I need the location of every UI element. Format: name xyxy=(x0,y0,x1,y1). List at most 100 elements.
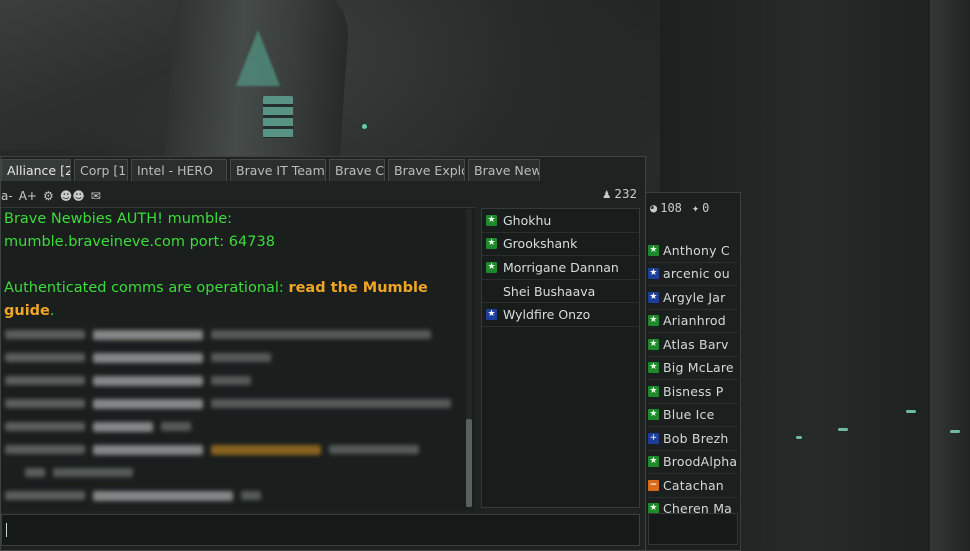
side-panel-header: ◕ 108 ✦ 0 xyxy=(644,193,740,223)
station-light xyxy=(950,430,960,433)
redacted-message xyxy=(1,369,475,392)
members-toggle-icon[interactable]: ☻☻ xyxy=(60,189,85,203)
member-row[interactable]: ★ Grookshank xyxy=(482,233,639,257)
settings-gear-icon[interactable]: ⚙ xyxy=(43,189,54,203)
side-count-a: ◕ 108 xyxy=(650,201,682,215)
member-count: ♟ 232 xyxy=(602,186,637,201)
member-name: Grookshank xyxy=(503,236,578,252)
redacted-message xyxy=(1,461,475,484)
blue-star-standing-icon: ★ xyxy=(648,291,659,303)
font-smaller-button[interactable]: a- xyxy=(1,189,13,203)
redacted-message xyxy=(1,323,475,346)
redacted-message xyxy=(1,392,475,415)
side-count-b: ✦ 0 xyxy=(691,201,710,215)
message-area[interactable]: Brave Newbies AUTH! mumble: mumble.brave… xyxy=(1,207,475,511)
ship-windows xyxy=(263,96,293,138)
member-row[interactable]: ★ Morrigane Dannan xyxy=(482,256,639,280)
member-name: Ghokhu xyxy=(503,212,552,228)
ship-hull-left xyxy=(0,0,180,150)
ship-hull xyxy=(163,0,352,180)
member-name: Shei Bushaava xyxy=(503,283,596,299)
side-member-row[interactable]: ★ Blue Ice xyxy=(648,404,738,427)
timer-icon: ◕ xyxy=(650,201,658,215)
side-member-name: Argyle Jar xyxy=(663,289,726,305)
tab-5[interactable]: Brave Explo xyxy=(388,159,465,181)
no-standing-icon xyxy=(486,286,497,297)
ship-light xyxy=(362,124,367,129)
side-member-row[interactable]: ★ Big McLare xyxy=(648,357,738,380)
redacted-message xyxy=(1,346,475,369)
member-name: Wyldfire Onzo xyxy=(503,307,591,323)
side-member-name: Big McLare xyxy=(663,360,734,376)
green-star-standing-icon: ★ xyxy=(648,456,659,468)
redacted-message xyxy=(1,415,475,438)
text-caret xyxy=(6,523,7,537)
side-member-row[interactable]: ★ arcenic ou xyxy=(648,263,738,286)
chat-input[interactable] xyxy=(1,514,640,546)
green-star-standing-icon: ★ xyxy=(648,385,659,397)
side-member-row[interactable]: − Catachan xyxy=(648,474,738,498)
member-name: Morrigane Dannan xyxy=(503,259,619,275)
green-star-standing-icon: ★ xyxy=(648,244,659,256)
green-star-standing-icon: ★ xyxy=(648,362,659,374)
side-member-name: Bisness P xyxy=(663,383,724,399)
member-row[interactable]: Shei Bushaava xyxy=(482,280,639,304)
green-star-standing-icon: ★ xyxy=(648,315,659,327)
side-member-list: ★ Anthony C ★ arcenic ou ★ Argyle Jar ★ Arianhr… xyxy=(648,239,738,521)
green-star-standing-icon: ★ xyxy=(648,338,659,350)
chat-window: Alliance [2 Corp [1 Intel - HERO Brave IT T… xyxy=(0,156,646,551)
station-pillar xyxy=(930,0,970,551)
green-star-standing-icon: ★ xyxy=(486,261,497,273)
secondary-member-panel: ◕ 108 ✦ 0 ★ Anthony C ★ arcenic ou ★ Argyle J… xyxy=(643,192,741,551)
message-scrollbar[interactable] xyxy=(466,209,472,507)
chat-toolbar: a- A+ ⚙ ☻☻ ✉ ♟ 232 xyxy=(1,185,645,207)
side-member-name: arcenic ou xyxy=(663,266,730,282)
side-member-name: Catachan xyxy=(663,477,724,493)
side-member-row[interactable]: ★ Argyle Jar xyxy=(648,286,738,310)
tab-2[interactable]: Intel - HERO xyxy=(131,159,227,181)
side-member-row[interactable]: ★ Arianhrod xyxy=(648,310,738,333)
side-member-row[interactable]: ★ Anthony C xyxy=(648,239,738,263)
motd-auth-text: Authenticated comms are operational: xyxy=(4,280,289,296)
green-star-standing-icon: ★ xyxy=(648,409,659,421)
member-row[interactable]: ★ Wyldfire Onzo xyxy=(482,303,639,327)
motd-spacer xyxy=(1,254,475,277)
tab-3[interactable]: Brave IT Team xyxy=(230,159,326,181)
member-list: ★ Ghokhu ★ Grookshank ★ Morrigane Dannan Shei … xyxy=(481,208,640,508)
speech-bubble-icon[interactable]: ✉ xyxy=(91,189,101,203)
tab-4[interactable]: Brave C xyxy=(329,159,385,181)
redacted-message xyxy=(1,484,475,507)
side-member-name: Arianhrod xyxy=(663,313,726,329)
green-star-standing-icon: ★ xyxy=(486,238,497,250)
side-panel-input[interactable] xyxy=(648,513,738,545)
motd-line-1: Brave Newbies AUTH! mumble: xyxy=(4,211,233,227)
side-member-name: Atlas Barv xyxy=(663,336,729,352)
side-member-row[interactable]: ★ BroodAlpha xyxy=(648,451,738,474)
running-person-icon: ✦ xyxy=(691,201,700,215)
blue-star-standing-icon: ★ xyxy=(486,309,497,321)
tab-0[interactable]: Alliance [2 xyxy=(1,159,71,181)
tab-6[interactable]: Brave New xyxy=(468,159,540,181)
scroll-thumb[interactable] xyxy=(466,419,472,507)
side-member-name: BroodAlpha xyxy=(663,454,738,470)
tab-1[interactable]: Corp [1 xyxy=(74,159,128,181)
font-larger-button[interactable]: A+ xyxy=(19,189,37,203)
blue-star-standing-icon: ★ xyxy=(648,268,659,280)
station-light xyxy=(796,436,802,439)
side-member-row[interactable]: + Bob Brezh xyxy=(648,427,738,451)
orange-minus-standing-icon: − xyxy=(648,479,659,491)
side-member-name: Blue Ice xyxy=(663,407,715,423)
motd-line-3: Authenticated comms are operational: rea… xyxy=(1,277,475,323)
ship-glow xyxy=(236,30,280,86)
station-light xyxy=(906,410,916,413)
chat-tabs: Alliance [2 Corp [1 Intel - HERO Brave IT T… xyxy=(1,159,543,183)
motd-line-2: mumble.braveineve.com port: 64738 xyxy=(4,234,275,250)
side-member-name: Bob Brezh xyxy=(663,430,729,446)
side-member-row[interactable]: ★ Bisness P xyxy=(648,380,738,404)
green-star-standing-icon: ★ xyxy=(486,214,497,226)
side-member-name: Anthony C xyxy=(663,242,730,258)
side-member-row[interactable]: ★ Atlas Barv xyxy=(648,333,738,357)
redacted-message xyxy=(1,438,475,461)
member-row[interactable]: ★ Ghokhu xyxy=(482,209,639,233)
person-icon: ♟ xyxy=(602,186,611,201)
